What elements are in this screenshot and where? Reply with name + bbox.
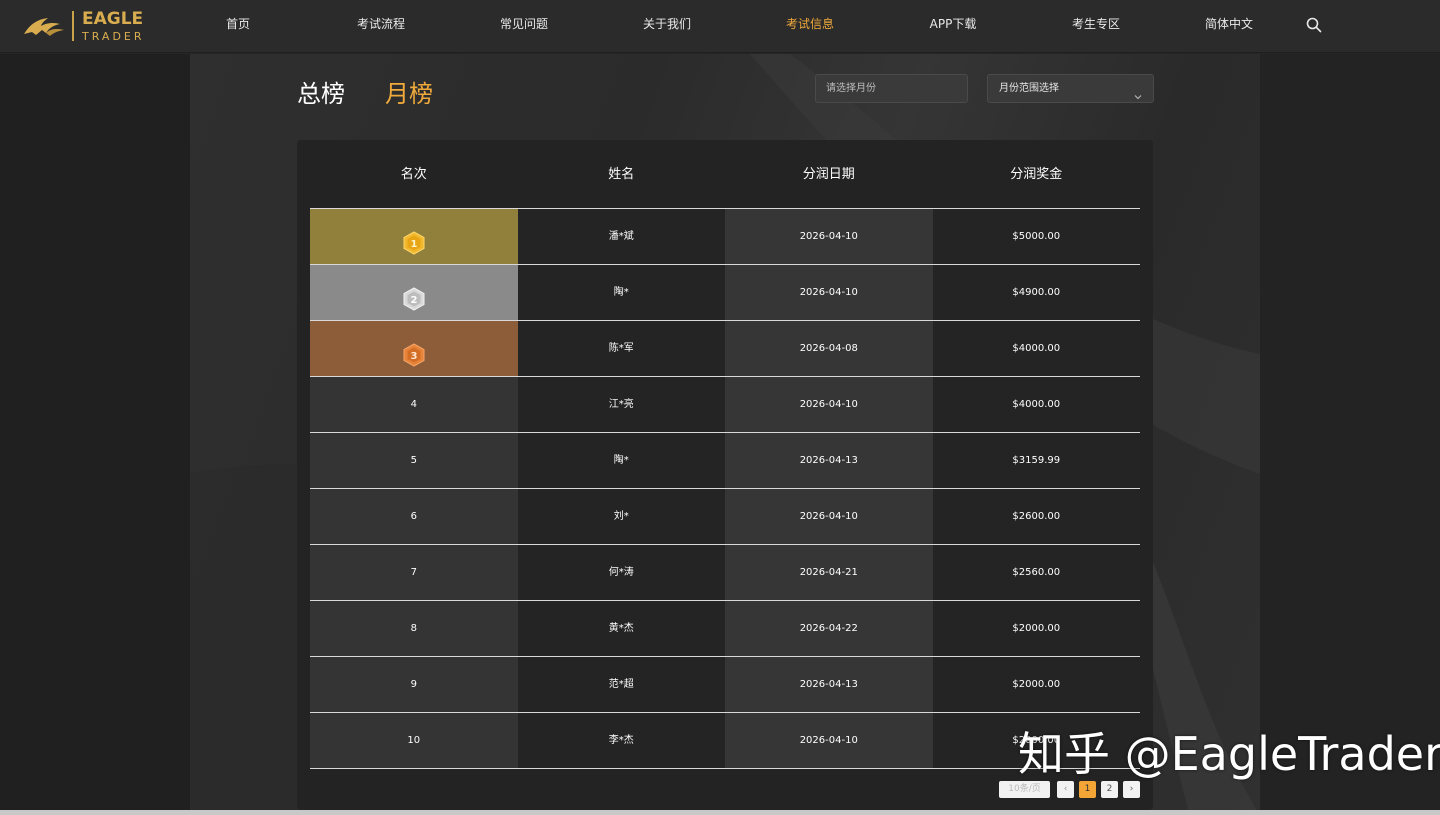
tab-monthly-ranking[interactable]: 月榜 bbox=[385, 74, 433, 109]
name-cell: 陶* bbox=[517, 433, 725, 488]
bonus-cell: $2600.00 bbox=[932, 489, 1140, 544]
name-cell: 范*超 bbox=[517, 657, 725, 712]
tab-total-ranking[interactable]: 总榜 bbox=[297, 74, 345, 109]
bonus-cell: $3159.99 bbox=[932, 433, 1140, 488]
rank-cell: 9 bbox=[310, 657, 518, 712]
nav-item-app-download[interactable]: APP下载 bbox=[930, 0, 977, 48]
column-header-date: 分润日期 bbox=[802, 167, 855, 182]
date-cell: 2026-04-10 bbox=[725, 209, 933, 264]
chevron-down-icon bbox=[1134, 85, 1142, 100]
ranking-table-panel: 名次 姓名 分润日期 分润奖金 1 潘*斌 2026-04-10 $5000.0… bbox=[297, 140, 1153, 810]
month-range-label: 月份范围选择 bbox=[999, 83, 1059, 94]
date-cell: 2026-04-10 bbox=[725, 713, 933, 768]
rank-cell: 2 bbox=[310, 265, 518, 320]
rank-cell: 8 bbox=[310, 601, 518, 656]
column-header-rank: 名次 bbox=[400, 167, 427, 182]
table-row: 4 江*亮 2026-04-10 $4000.00 bbox=[310, 377, 1140, 433]
svg-text:2: 2 bbox=[411, 295, 418, 306]
gold-medal-icon: 1 bbox=[402, 225, 426, 255]
rank-cell: 6 bbox=[310, 489, 518, 544]
zhihu-watermark: 知乎 @EagleTrader bbox=[1018, 727, 1440, 781]
date-cell: 2026-04-13 bbox=[725, 433, 933, 488]
silver-medal-icon: 2 bbox=[402, 281, 426, 311]
month-picker-input[interactable] bbox=[815, 74, 968, 103]
table-row: 6 刘* 2026-04-10 $2600.00 bbox=[310, 489, 1140, 545]
left-margin bbox=[0, 54, 190, 815]
name-cell: 黄*杰 bbox=[517, 601, 725, 656]
date-cell: 2026-04-10 bbox=[725, 489, 933, 544]
rank-cell: 3 bbox=[310, 321, 518, 376]
name-cell: 刘* bbox=[517, 489, 725, 544]
table-row: 10 李*杰 2026-04-10 $2000.00 bbox=[310, 713, 1140, 769]
date-cell: 2026-04-08 bbox=[725, 321, 933, 376]
date-cell: 2026-04-22 bbox=[725, 601, 933, 656]
rank-cell: 4 bbox=[310, 377, 518, 432]
right-margin bbox=[1260, 54, 1440, 815]
nav-item-exam-process[interactable]: 考试流程 bbox=[357, 0, 405, 48]
name-cell: 江*亮 bbox=[517, 377, 725, 432]
table-row: 7 何*涛 2026-04-21 $2560.00 bbox=[310, 545, 1140, 601]
bonus-cell: $2560.00 bbox=[932, 545, 1140, 600]
table-row: 5 陶* 2026-04-13 $3159.99 bbox=[310, 433, 1140, 489]
bottom-edge bbox=[0, 810, 1440, 815]
table-header: 名次 姓名 分润日期 分润奖金 bbox=[310, 140, 1140, 209]
month-range-select[interactable]: 月份范围选择 bbox=[987, 74, 1154, 103]
date-cell: 2026-04-10 bbox=[725, 265, 933, 320]
rank-cell: 5 bbox=[310, 433, 518, 488]
table-row: 2 陶* 2026-04-10 $4900.00 bbox=[310, 265, 1140, 321]
date-cell: 2026-04-21 bbox=[725, 545, 933, 600]
name-cell: 陶* bbox=[517, 265, 725, 320]
name-cell: 陈*军 bbox=[517, 321, 725, 376]
rank-cell: 10 bbox=[310, 713, 518, 768]
svg-text:1: 1 bbox=[411, 239, 418, 250]
column-header-name: 姓名 bbox=[608, 167, 635, 182]
nav-item-candidate-zone[interactable]: 考生专区 bbox=[1072, 0, 1120, 48]
nav-item-language[interactable]: 简体中文 bbox=[1205, 0, 1253, 48]
column-header-bonus: 分润奖金 bbox=[1010, 167, 1063, 182]
bonus-cell: $4000.00 bbox=[932, 321, 1140, 376]
nav-item-faq[interactable]: 常见问题 bbox=[500, 0, 548, 48]
table-row: 9 范*超 2026-04-13 $2000.00 bbox=[310, 657, 1140, 713]
name-cell: 何*涛 bbox=[517, 545, 725, 600]
nav-item-about[interactable]: 关于我们 bbox=[643, 0, 691, 48]
main-nav: 首页 考试流程 常见问题 关于我们 考试信息 APP下载 考生专区 简体中文 bbox=[0, 0, 1440, 53]
rank-cell: 7 bbox=[310, 545, 518, 600]
nav-item-home[interactable]: 首页 bbox=[226, 0, 250, 48]
svg-text:3: 3 bbox=[411, 351, 418, 362]
date-cell: 2026-04-10 bbox=[725, 377, 933, 432]
bonus-cell: $2000.00 bbox=[932, 601, 1140, 656]
name-cell: 潘*斌 bbox=[517, 209, 725, 264]
bonus-cell: $4000.00 bbox=[932, 377, 1140, 432]
bonus-cell: $5000.00 bbox=[932, 209, 1140, 264]
table-row: 3 陈*军 2026-04-08 $4000.00 bbox=[310, 321, 1140, 377]
bonus-cell: $4900.00 bbox=[932, 265, 1140, 320]
top-nav-bar: EAGLE TRADER 首页 考试流程 常见问题 关于我们 考试信息 APP下… bbox=[0, 0, 1440, 53]
bronze-medal-icon: 3 bbox=[402, 337, 426, 367]
table-row: 8 黄*杰 2026-04-22 $2000.00 bbox=[310, 601, 1140, 657]
table-body: 1 潘*斌 2026-04-10 $5000.00 2 陶* 2026-04-1… bbox=[310, 209, 1140, 769]
rank-cell: 1 bbox=[310, 209, 518, 264]
bonus-cell: $2000.00 bbox=[932, 657, 1140, 712]
search-icon[interactable] bbox=[1306, 17, 1322, 33]
date-cell: 2026-04-13 bbox=[725, 657, 933, 712]
table-row: 1 潘*斌 2026-04-10 $5000.00 bbox=[310, 209, 1140, 265]
name-cell: 李*杰 bbox=[517, 713, 725, 768]
nav-item-exam-info[interactable]: 考试信息 bbox=[786, 0, 834, 48]
